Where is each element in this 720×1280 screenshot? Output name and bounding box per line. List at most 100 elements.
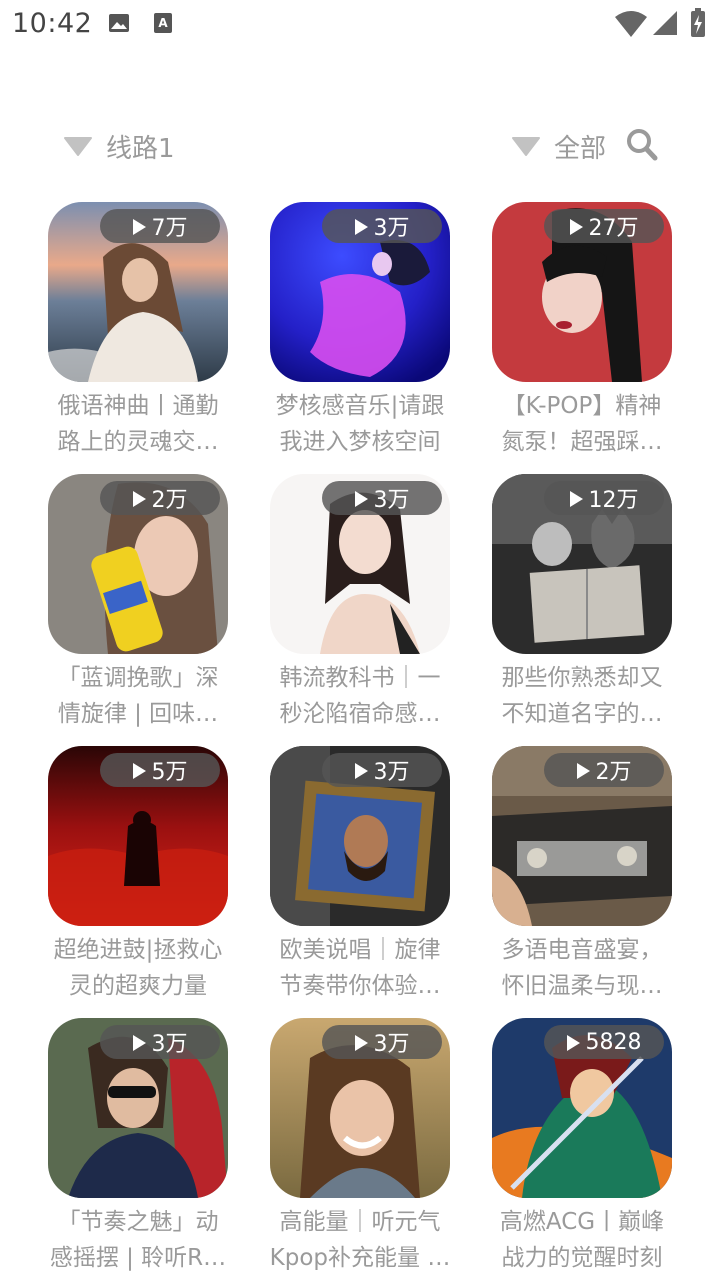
play-count-badge: 5828 bbox=[544, 1025, 664, 1059]
playlist-title-line1: 「蓝调挽歌」深 bbox=[57, 665, 219, 691]
playlist-title-line2: 不知道名字的… bbox=[501, 701, 663, 727]
playlist-title-line1: 俄语神曲丨通勤 bbox=[57, 393, 219, 419]
play-count: 5万 bbox=[151, 760, 188, 785]
play-icon bbox=[132, 1034, 146, 1051]
play-icon bbox=[132, 762, 146, 779]
play-count-badge: 7万 bbox=[100, 209, 220, 243]
playlist-card[interactable]: 5828 高燃ACG丨巅峰 战力的觉醒时刻 bbox=[492, 1018, 674, 1278]
playlist-title: 高燃ACG丨巅峰 战力的觉醒时刻 bbox=[486, 1204, 678, 1280]
playlist-title: 【K-POP】精神 氮泵！超强踩… bbox=[486, 388, 678, 464]
playlist-card[interactable]: 3万 梦核感音乐|请跟 我进入梦核空间 bbox=[270, 202, 452, 462]
play-count: 7万 bbox=[151, 216, 188, 241]
playlist-card[interactable]: 2万 多语电音盛宴， 怀旧温柔与现… bbox=[492, 746, 674, 1006]
playlist-title-line2: Kpop补充能量 … bbox=[269, 1245, 451, 1271]
playlist-title-line1: 【K-POP】精神 bbox=[502, 393, 662, 419]
playlist-card[interactable]: 3万 「节奏之魅」动 感摇摆 | 聆听R… bbox=[48, 1018, 230, 1278]
playlist-card[interactable]: 7万 俄语神曲丨通勤 路上的灵魂交… bbox=[48, 202, 230, 462]
playlist-card[interactable]: 5万 超绝进鼓|拯救心 灵的超爽力量 bbox=[48, 746, 230, 1006]
playlist-title-line2: 情旋律 | 回味… bbox=[57, 701, 219, 727]
playlist-card[interactable]: 3万 欧美说唱｜旋律 节奏带你体验… bbox=[270, 746, 452, 1006]
play-icon bbox=[132, 490, 146, 507]
playlist-title-line1: 「节奏之魅」动 bbox=[57, 1209, 219, 1235]
play-count-badge: 3万 bbox=[100, 1025, 220, 1059]
play-icon bbox=[576, 762, 590, 779]
playlist-title-line1: 韩流教科书｜一 bbox=[279, 665, 441, 691]
playlist-title: 「节奏之魅」动 感摇摆 | 聆听R… bbox=[42, 1204, 234, 1280]
play-count-badge: 5万 bbox=[100, 753, 220, 787]
play-count-badge: 2万 bbox=[100, 481, 220, 515]
play-count-badge: 27万 bbox=[544, 209, 664, 243]
play-count-badge: 3万 bbox=[322, 209, 442, 243]
playlist-title: 韩流教科书｜一 秒沦陷宿命感… bbox=[264, 660, 456, 736]
playlist-title-line1: 高能量｜听元气 bbox=[279, 1209, 441, 1235]
search-icon[interactable] bbox=[626, 128, 658, 162]
playlist-title-line2: 路上的灵魂交… bbox=[57, 429, 219, 455]
playlist-title: 超绝进鼓|拯救心 灵的超爽力量 bbox=[42, 932, 234, 1008]
playlist-card[interactable]: 3万 高能量｜听元气 Kpop补充能量 … bbox=[270, 1018, 452, 1278]
cellular-signal-icon bbox=[653, 11, 677, 35]
play-icon bbox=[354, 218, 368, 235]
playlist-title: 高能量｜听元气 Kpop补充能量 … bbox=[264, 1204, 456, 1280]
playlist-title-line2: 灵的超爽力量 bbox=[69, 973, 207, 999]
route-selector[interactable]: 线路1 bbox=[64, 126, 175, 166]
filter-bar: 线路1 全部 bbox=[0, 118, 720, 174]
play-count-badge: 12万 bbox=[544, 481, 664, 515]
battery-icon bbox=[691, 8, 705, 37]
play-count: 3万 bbox=[373, 1032, 410, 1057]
screen: 10:42 A 线路1 全部 7万 俄语神曲丨通勤 路上的灵魂交… 3万 梦核感… bbox=[0, 0, 720, 1280]
playlist-title-line1: 多语电音盛宴， bbox=[501, 937, 663, 963]
playlist-title: 那些你熟悉却又 不知道名字的… bbox=[486, 660, 678, 736]
category-label: 全部 bbox=[554, 133, 607, 164]
playlist-title: 「蓝调挽歌」深 情旋律 | 回味… bbox=[42, 660, 234, 736]
playlist-title-line2: 秒沦陷宿命感… bbox=[279, 701, 441, 727]
a-notification-icon: A bbox=[154, 13, 172, 33]
play-count-badge: 3万 bbox=[322, 481, 442, 515]
play-count: 3万 bbox=[373, 216, 410, 241]
play-count-badge: 2万 bbox=[544, 753, 664, 787]
play-icon bbox=[132, 218, 146, 235]
playlist-card[interactable]: 12万 那些你熟悉却又 不知道名字的… bbox=[492, 474, 674, 734]
wifi-icon bbox=[615, 11, 647, 37]
play-count: 3万 bbox=[373, 488, 410, 513]
play-count: 2万 bbox=[151, 488, 188, 513]
category-selector[interactable]: 全部 bbox=[512, 126, 606, 166]
play-count: 27万 bbox=[588, 216, 639, 241]
play-icon bbox=[354, 1034, 368, 1051]
route-label: 线路1 bbox=[106, 133, 175, 164]
playlist-title: 欧美说唱｜旋律 节奏带你体验… bbox=[264, 932, 456, 1008]
play-icon bbox=[354, 490, 368, 507]
playlist-title: 多语电音盛宴， 怀旧温柔与现… bbox=[486, 932, 678, 1008]
playlist-title-line2: 战力的觉醒时刻 bbox=[501, 1245, 663, 1271]
play-count: 3万 bbox=[373, 760, 410, 785]
playlist-title: 梦核感音乐|请跟 我进入梦核空间 bbox=[264, 388, 456, 464]
playlist-title-line2: 怀旧温柔与现… bbox=[501, 973, 663, 999]
playlist-title-line2: 氮泵！超强踩… bbox=[501, 429, 663, 455]
playlist-title-line2: 我进入梦核空间 bbox=[279, 429, 441, 455]
playlist-title-line1: 高燃ACG丨巅峰 bbox=[499, 1209, 665, 1235]
play-count: 12万 bbox=[588, 488, 639, 513]
dropdown-triangle-icon bbox=[64, 137, 92, 156]
playlist-title-line1: 梦核感音乐|请跟 bbox=[275, 393, 445, 419]
play-icon bbox=[354, 762, 368, 779]
playlist-title-line1: 欧美说唱｜旋律 bbox=[279, 937, 441, 963]
svg-text:A: A bbox=[158, 16, 168, 30]
playlist-title: 俄语神曲丨通勤 路上的灵魂交… bbox=[42, 388, 234, 464]
play-count-badge: 3万 bbox=[322, 1025, 442, 1059]
play-count-badge: 3万 bbox=[322, 753, 442, 787]
play-count: 3万 bbox=[151, 1032, 188, 1057]
play-count: 5828 bbox=[585, 1029, 642, 1055]
image-icon bbox=[109, 14, 129, 32]
playlist-card[interactable]: 27万 【K-POP】精神 氮泵！超强踩… bbox=[492, 202, 674, 462]
status-time: 10:42 bbox=[12, 8, 93, 39]
play-icon bbox=[569, 490, 583, 507]
playlist-card[interactable]: 2万 「蓝调挽歌」深 情旋律 | 回味… bbox=[48, 474, 230, 734]
playlist-title-line1: 那些你熟悉却又 bbox=[501, 665, 663, 691]
status-bar: 10:42 A bbox=[0, 0, 720, 50]
playlist-title-line2: 感摇摆 | 聆听R… bbox=[49, 1245, 227, 1271]
playlist-title-line2: 节奏带你体验… bbox=[279, 973, 441, 999]
playlist-title-line1: 超绝进鼓|拯救心 bbox=[53, 937, 223, 963]
play-icon bbox=[566, 1034, 580, 1051]
play-icon bbox=[569, 218, 583, 235]
playlist-card[interactable]: 3万 韩流教科书｜一 秒沦陷宿命感… bbox=[270, 474, 452, 734]
play-count: 2万 bbox=[595, 760, 632, 785]
